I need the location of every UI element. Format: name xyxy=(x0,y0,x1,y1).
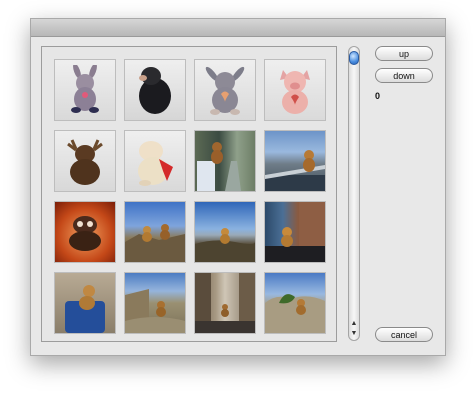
photo-thumbnail-2[interactable] xyxy=(124,59,186,121)
plush-pig-icon xyxy=(280,70,310,114)
photo-thumbnail-13[interactable] xyxy=(54,272,116,334)
photo-thumbnail-14[interactable] xyxy=(124,272,186,334)
teddy-on-tramway-icon xyxy=(197,142,241,191)
teddy-on-blue-bag-icon xyxy=(65,285,105,333)
plush-donkey-icon xyxy=(71,65,99,113)
scroll-down-arrow-icon[interactable]: ▼ xyxy=(349,329,359,339)
teddies-on-rocks-icon xyxy=(125,224,185,262)
photo-thumbnail-3[interactable] xyxy=(194,59,256,121)
photo-thumbnail-15[interactable] xyxy=(194,272,256,334)
teddy-by-stone-wall-icon xyxy=(265,202,325,262)
photo-thumbnail-8[interactable] xyxy=(264,130,326,192)
teddy-in-street-icon xyxy=(195,273,255,333)
photo-thumbnail-9[interactable] xyxy=(54,201,116,263)
photo-thumbnail-7[interactable] xyxy=(194,130,256,192)
photo-thumbnail-4[interactable] xyxy=(264,59,326,121)
plush-black-mole-icon xyxy=(139,67,171,114)
title-bar[interactable] xyxy=(31,19,445,37)
teddy-by-sea-icon xyxy=(195,228,255,262)
dialog-window: ▲ ▼ up down 0 cancel xyxy=(30,18,446,356)
photo-thumbnail-1[interactable] xyxy=(54,59,116,121)
plush-on-orange-icon xyxy=(69,216,101,251)
plush-moose-icon xyxy=(67,139,103,185)
plush-pig-scarf-icon xyxy=(138,141,173,186)
teddy-on-boulders-icon xyxy=(265,294,325,333)
scroll-up-arrow-icon[interactable]: ▲ xyxy=(349,319,359,329)
photo-thumbnail-16[interactable] xyxy=(264,272,326,334)
photo-thumbnail-10[interactable] xyxy=(124,201,186,263)
index-value: 0 xyxy=(375,91,381,101)
photo-thumbnail-11[interactable] xyxy=(194,201,256,263)
photo-thumbnail-6[interactable] xyxy=(124,130,186,192)
up-button[interactable]: up xyxy=(375,46,433,61)
teddy-in-ruins-icon xyxy=(125,289,185,333)
plush-donkey-heart-icon xyxy=(205,66,245,115)
photo-thumbnail-12[interactable] xyxy=(264,201,326,263)
scrollbar-thumb[interactable] xyxy=(349,51,359,65)
teddy-at-harbour-icon xyxy=(265,150,325,191)
cancel-button[interactable]: cancel xyxy=(375,327,433,342)
photo-grid xyxy=(41,46,337,342)
down-button[interactable]: down xyxy=(375,68,433,83)
vertical-scrollbar[interactable]: ▲ ▼ xyxy=(348,46,360,341)
photo-thumbnail-5[interactable] xyxy=(54,130,116,192)
